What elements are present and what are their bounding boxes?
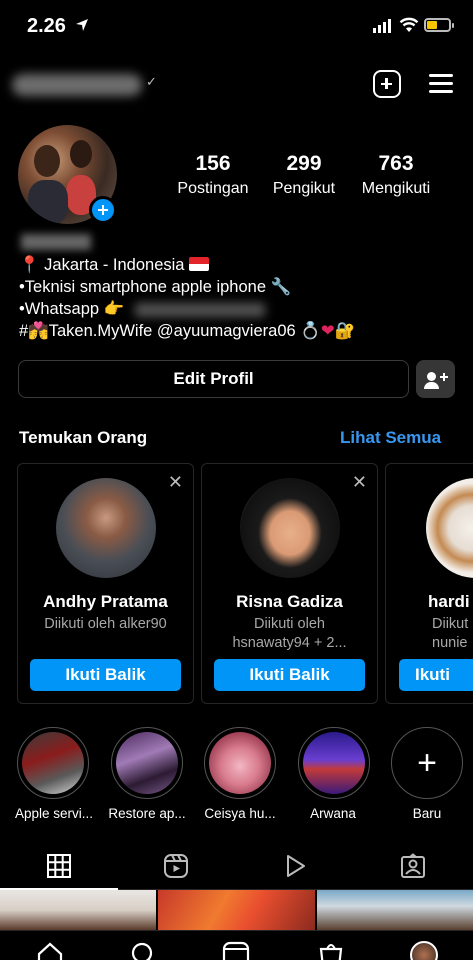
suggestion-name[interactable]: Andhy Pratama — [18, 592, 193, 612]
display-name-blurred — [21, 234, 91, 250]
home-icon[interactable] — [36, 941, 64, 960]
bio-line-3: •Whatsapp 👉 — [19, 298, 355, 320]
bio-line-2: •Teknisi smartphone apple iphone 🔧 — [19, 276, 355, 298]
search-icon[interactable] — [130, 941, 158, 960]
tagged-icon[interactable] — [400, 853, 426, 879]
highlight-item[interactable] — [203, 727, 277, 799]
reels-icon[interactable] — [163, 853, 189, 879]
suggestion-mutual-line2: hsnawaty94 + 2... — [232, 635, 347, 651]
highlight-label: Arwana — [310, 806, 356, 821]
suggestion-card[interactable]: hardi Diikut nunie Ikuti — [385, 463, 473, 704]
stat-following[interactable]: 763 Mengikuti — [353, 152, 439, 200]
couple-kiss-icon: 💏 — [28, 322, 49, 340]
highlight-item[interactable] — [297, 727, 371, 799]
bio-location: Jakarta - Indonesia — [44, 256, 185, 274]
suggestion-avatar[interactable] — [426, 478, 473, 578]
bio-whatsapp: •Whatsapp — [19, 300, 100, 318]
stat-following-label: Mengikuti — [361, 180, 431, 197]
stat-posts[interactable]: 156 Postingan — [172, 152, 254, 200]
follow-back-button[interactable]: Ikuti Balik — [30, 659, 181, 691]
post-thumbnail[interactable] — [158, 890, 315, 930]
suggestion-mutual-line1: Diikut — [432, 616, 469, 632]
ring-icon: 💍 — [300, 322, 321, 340]
suggestion-mutual: Diikut nunie — [432, 615, 473, 653]
follow-back-button[interactable]: Ikuti Balik — [214, 659, 365, 691]
pin-icon: 📍 — [19, 256, 40, 274]
lock-icon: 🔐 — [334, 322, 356, 340]
edit-profile-button[interactable]: Edit Profil — [18, 360, 409, 398]
profile-content-tabs — [0, 845, 473, 890]
menu-icon[interactable] — [429, 70, 457, 98]
shop-icon[interactable] — [317, 941, 345, 960]
highlight-label: Baru — [412, 806, 442, 821]
reels-icon[interactable] — [222, 941, 250, 960]
profile-avatar[interactable] — [410, 941, 438, 960]
bio-hashtag: # — [19, 322, 29, 340]
wifi-icon — [399, 17, 419, 32]
close-icon[interactable]: ✕ — [352, 472, 367, 493]
profile-header: ✓ — [0, 60, 473, 110]
stat-followers-label: Pengikut — [272, 180, 336, 197]
battery-icon — [424, 18, 454, 32]
signal-icon — [373, 19, 391, 33]
suggestion-name[interactable]: Risna Gadiza — [202, 592, 377, 612]
heart-icon: ❤ — [320, 322, 335, 340]
highlight-item[interactable] — [16, 727, 90, 799]
suggestion-card[interactable]: ✕ Andhy Pratama Diikuti oleh alker90 Iku… — [17, 463, 194, 704]
highlight-item[interactable] — [110, 727, 184, 799]
close-icon[interactable]: ✕ — [168, 472, 183, 493]
profile-bio: 📍 Jakarta - Indonesia •Teknisi smartphon… — [19, 232, 355, 342]
posts-grid — [0, 890, 473, 930]
indonesia-flag-icon — [189, 257, 210, 271]
wrench-icon: 🔧 — [270, 278, 292, 296]
suggestion-mutual: Diikuti oleh hsnawaty94 + 2... — [202, 615, 377, 653]
discover-people-button[interactable] — [416, 360, 455, 398]
new-highlight-button[interactable]: + — [390, 727, 464, 799]
status-bar: 2.26 — [0, 0, 473, 56]
status-time: 2.26 — [27, 15, 66, 37]
suggestion-avatar[interactable] — [56, 478, 156, 578]
location-arrow-icon — [76, 19, 88, 31]
bio-location-line: 📍 Jakarta - Indonesia — [19, 254, 355, 276]
video-icon[interactable] — [282, 853, 308, 879]
add-story-icon[interactable] — [89, 196, 117, 224]
bio-technician: •Teknisi smartphone apple iphone — [19, 278, 267, 296]
grid-icon[interactable] — [46, 853, 72, 879]
pointing-hand-icon: 👉 — [103, 300, 125, 318]
new-post-icon[interactable] — [373, 70, 401, 98]
suggestion-name[interactable]: hardi — [428, 592, 473, 612]
bottom-navigation — [0, 930, 473, 960]
stat-followers-value: 299 — [286, 152, 322, 175]
suggestion-avatar[interactable] — [240, 478, 340, 578]
suggestion-mutual: Diikuti oleh alker90 — [18, 615, 193, 634]
stat-posts-value: 156 — [195, 152, 231, 175]
post-thumbnail[interactable] — [316, 890, 473, 930]
post-thumbnail[interactable] — [0, 890, 157, 930]
phone-number-blurred — [134, 302, 265, 317]
bio-line-4: #💏Taken.MyWife @ayuumagviera06 💍❤🔐 — [19, 320, 355, 342]
highlight-label: Ceisya hu... — [204, 806, 276, 821]
username-blurred[interactable] — [12, 74, 142, 96]
suggestion-card[interactable]: ✕ Risna Gadiza Diikuti oleh hsnawaty94 +… — [201, 463, 378, 704]
suggestion-mutual-line1: Diikuti oleh alker90 — [44, 616, 167, 632]
follow-back-button[interactable]: Ikuti — [399, 659, 473, 691]
highlight-label: Restore ap... — [108, 806, 186, 821]
stat-posts-label: Postingan — [177, 180, 249, 197]
see-all-link[interactable]: Lihat Semua — [340, 428, 441, 448]
stat-following-value: 763 — [378, 152, 414, 175]
highlight-label: Apple servi... — [14, 806, 94, 821]
chevron-down-icon[interactable]: ✓ — [146, 74, 157, 90]
stat-followers[interactable]: 299 Pengikut — [264, 152, 344, 200]
plus-icon[interactable]: + — [391, 727, 463, 799]
discover-people-title: Temukan Orang — [19, 428, 148, 447]
suggestion-mutual-line1: Diikuti oleh — [254, 616, 325, 632]
bio-taken[interactable]: Taken.MyWife @ayuumagviera06 — [49, 322, 296, 340]
suggestion-mutual-line2: nunie — [432, 635, 468, 651]
